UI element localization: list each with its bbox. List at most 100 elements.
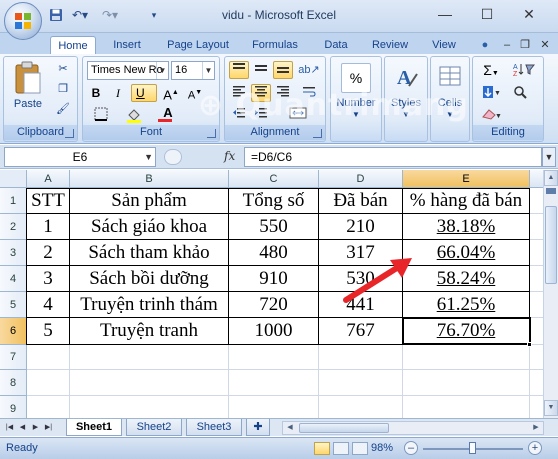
underline-button[interactable]: U bbox=[131, 84, 157, 102]
bold-button[interactable]: B bbox=[87, 84, 105, 102]
table-cell[interactable]: 4 bbox=[27, 292, 70, 318]
formula-bar-handle[interactable] bbox=[164, 149, 182, 165]
empty-cell[interactable] bbox=[530, 318, 543, 345]
fill-down-icon[interactable]: ▼ bbox=[477, 84, 505, 102]
autosum-button[interactable]: Σ▼ bbox=[477, 61, 505, 79]
table-cell[interactable]: Sách bồi dưỡng bbox=[70, 266, 229, 292]
scroll-down-icon[interactable]: ▼ bbox=[544, 400, 558, 416]
empty-cell[interactable] bbox=[530, 292, 543, 318]
table-cell[interactable]: 5 bbox=[27, 318, 70, 345]
empty-cell[interactable] bbox=[319, 345, 403, 370]
table-cell[interactable]: Sách giáo khoa bbox=[70, 214, 229, 240]
normal-view-icon[interactable] bbox=[314, 442, 330, 455]
header-cell[interactable]: STT bbox=[27, 188, 70, 214]
office-button[interactable] bbox=[4, 2, 42, 40]
row-header-8[interactable]: 8 bbox=[0, 370, 27, 396]
table-cell[interactable]: Truyện tranh bbox=[70, 318, 229, 345]
empty-cell[interactable] bbox=[319, 396, 403, 418]
table-cell[interactable]: 767 bbox=[319, 318, 403, 345]
table-cell[interactable]: 1000 bbox=[229, 318, 319, 345]
header-cell[interactable]: % hàng đã bán bbox=[403, 188, 530, 214]
row-header-3[interactable]: 3 bbox=[0, 240, 27, 266]
fill-color-icon[interactable] bbox=[119, 106, 149, 124]
tab-view[interactable]: View bbox=[424, 36, 464, 55]
table-cell[interactable]: Sách tham khảo bbox=[70, 240, 229, 266]
zoom-in-icon[interactable]: + bbox=[528, 441, 542, 455]
sheet-tab-sheet1[interactable]: Sheet1 bbox=[66, 419, 122, 436]
paste-button[interactable]: Paste bbox=[8, 60, 48, 118]
grow-font-icon[interactable]: A▲ bbox=[161, 84, 181, 102]
maximize-button[interactable]: ☐ bbox=[466, 3, 508, 27]
table-cell[interactable]: Truyện trinh thám bbox=[70, 292, 229, 318]
column-header-f[interactable] bbox=[530, 170, 543, 188]
table-cell[interactable]: 58.24% bbox=[403, 266, 530, 292]
tab-data[interactable]: Data bbox=[316, 36, 356, 55]
borders-icon[interactable] bbox=[87, 106, 115, 124]
row-header-2[interactable]: 2 bbox=[0, 214, 27, 240]
tab-home[interactable]: Home bbox=[50, 36, 96, 56]
empty-cell[interactable] bbox=[27, 396, 70, 418]
tab-formulas[interactable]: Formulas bbox=[244, 36, 306, 55]
align-middle-icon[interactable] bbox=[251, 61, 271, 79]
table-cell[interactable]: 1 bbox=[27, 214, 70, 240]
row-header-7[interactable]: 7 bbox=[0, 345, 27, 370]
table-cell[interactable]: 66.04% bbox=[403, 240, 530, 266]
table-cell[interactable]: 480 bbox=[229, 240, 319, 266]
row-header-1[interactable]: 1 bbox=[0, 188, 27, 214]
empty-cell[interactable] bbox=[403, 370, 530, 396]
formula-input[interactable]: =D6/C6 bbox=[244, 147, 542, 167]
format-painter-icon[interactable]: 🖌 bbox=[54, 101, 72, 118]
empty-cell[interactable] bbox=[27, 370, 70, 396]
empty-cell[interactable] bbox=[70, 396, 229, 418]
empty-cell[interactable] bbox=[403, 396, 530, 418]
row-header-6[interactable]: 6 bbox=[0, 318, 27, 345]
header-cell[interactable]: Sản phẩm bbox=[70, 188, 229, 214]
column-header-b[interactable]: B bbox=[70, 170, 229, 188]
page-layout-view-icon[interactable] bbox=[333, 442, 349, 455]
prev-sheet-icon[interactable]: ◀ bbox=[17, 422, 28, 434]
tab-page-layout[interactable]: Page Layout bbox=[160, 36, 236, 55]
column-header-e[interactable]: E bbox=[403, 170, 530, 188]
table-cell[interactable]: 550 bbox=[229, 214, 319, 240]
select-all-button[interactable] bbox=[0, 170, 27, 188]
orientation-icon[interactable]: ab↗ bbox=[297, 61, 321, 79]
scroll-up-icon[interactable]: ▲ bbox=[544, 170, 558, 186]
align-bottom-icon[interactable] bbox=[273, 61, 293, 79]
zoom-slider-thumb[interactable] bbox=[469, 442, 476, 454]
empty-cell[interactable] bbox=[530, 266, 543, 292]
empty-cell[interactable] bbox=[319, 370, 403, 396]
insert-function-button[interactable]: fx bbox=[224, 149, 235, 163]
scroll-left-icon[interactable]: ◀ bbox=[283, 422, 297, 434]
alignment-launcher-icon[interactable] bbox=[313, 129, 322, 138]
align-top-icon[interactable] bbox=[229, 61, 249, 79]
find-select-icon[interactable] bbox=[509, 84, 539, 102]
insert-sheet-icon[interactable]: ✚ bbox=[246, 419, 270, 436]
zoom-out-icon[interactable]: – bbox=[404, 441, 418, 455]
help-icon[interactable]: ● bbox=[478, 36, 492, 55]
fill-handle[interactable] bbox=[527, 342, 532, 347]
empty-cell[interactable] bbox=[403, 345, 530, 370]
table-cell[interactable]: 210 bbox=[319, 214, 403, 240]
horizontal-scrollbar[interactable]: ◀ ▶ bbox=[282, 421, 544, 435]
row-header-9[interactable]: 9 bbox=[0, 396, 27, 418]
empty-cell[interactable] bbox=[229, 396, 319, 418]
worksheet-grid[interactable]: ABCDE 123456789 STT Sản phẩm Tổng số Đã bán… bbox=[0, 170, 543, 418]
cut-icon[interactable]: ✂ bbox=[54, 61, 72, 78]
page-break-view-icon[interactable] bbox=[352, 442, 368, 455]
first-sheet-icon[interactable]: |◀ bbox=[4, 422, 15, 434]
sort-filter-icon[interactable]: AZ bbox=[509, 61, 539, 79]
header-cell[interactable]: Tổng số bbox=[229, 188, 319, 214]
last-sheet-icon[interactable]: ▶| bbox=[43, 422, 54, 434]
empty-cell[interactable] bbox=[70, 345, 229, 370]
empty-cell[interactable] bbox=[27, 345, 70, 370]
copy-icon[interactable]: ❐ bbox=[54, 81, 72, 98]
empty-cell[interactable] bbox=[229, 370, 319, 396]
sheet-tab-sheet3[interactable]: Sheet3 bbox=[186, 419, 242, 436]
split-box[interactable] bbox=[546, 188, 556, 194]
row-header-5[interactable]: 5 bbox=[0, 292, 27, 318]
horizontal-scroll-thumb[interactable] bbox=[299, 423, 389, 433]
italic-button[interactable]: I bbox=[109, 84, 127, 102]
empty-cell[interactable] bbox=[530, 345, 543, 370]
header-cell[interactable]: Đã bán bbox=[319, 188, 403, 214]
empty-cell[interactable] bbox=[530, 188, 543, 214]
